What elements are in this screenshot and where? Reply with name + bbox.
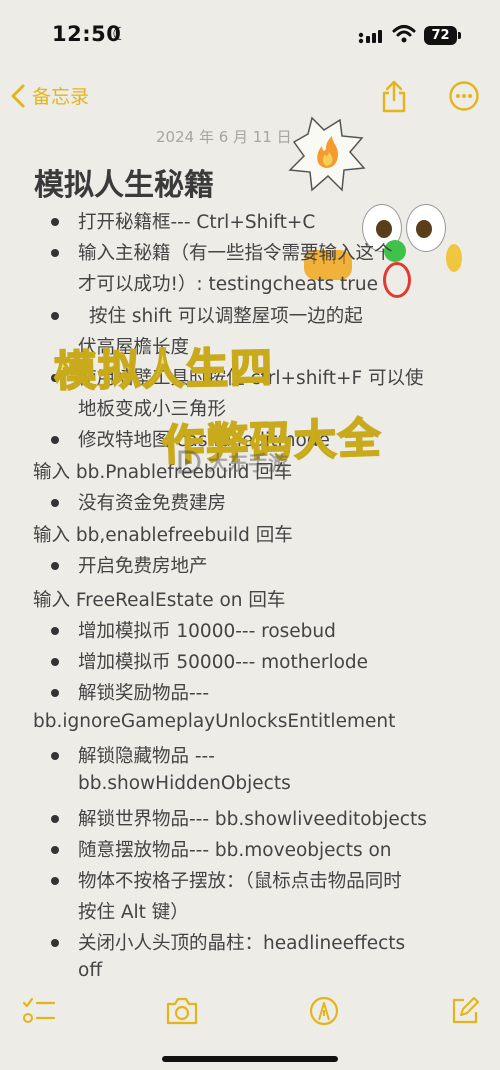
note-line: 才可以成功!）: testingcheats true: [78, 274, 379, 295]
home-indicator: [162, 1056, 338, 1062]
focus-moon-icon: ☾: [112, 24, 129, 45]
status-time: 12:50: [52, 22, 122, 46]
note-line: 没有资金免费建房: [78, 493, 227, 514]
note-line: 随意摆放物品--- bb.moveobjects on: [78, 840, 392, 861]
note-line: 按住 shift 可以调整屋项一边的起: [89, 306, 363, 327]
bullet: [51, 436, 59, 444]
compose-icon[interactable]: [450, 996, 480, 1026]
note-line: 开启免费房地产: [78, 556, 208, 577]
overlay-title-line1: 模拟人生四: [53, 342, 276, 397]
cellular-signal-icon: [358, 30, 382, 44]
note-line: 解锁隐藏物品 ---: [78, 746, 215, 767]
bullet: [51, 218, 59, 226]
battery-indicator: 72: [424, 26, 457, 45]
mouth-ring-sticker: [383, 262, 411, 298]
watermark-text: 大东手游: [208, 451, 288, 475]
back-label: 备忘录: [32, 86, 90, 108]
note-line: bb.ignoreGameplayUnlocksEntitlement: [33, 711, 396, 732]
note-line: 输入 FreeRealEstate on 回车: [33, 590, 286, 611]
bullet: [51, 877, 59, 885]
chevron-left-icon: [11, 84, 25, 107]
note-line: 解锁世界物品--- bb.showliveeditobjects: [78, 809, 427, 830]
note-line: bb.showHiddenObjects: [78, 773, 291, 794]
wifi-icon: [392, 25, 416, 43]
bullet: [51, 499, 59, 507]
note-line: 增加模拟币 10000--- rosebud: [78, 621, 336, 642]
battery-tip: [458, 32, 461, 39]
note-line: 输入主秘籍（有一些指令需要输入这个: [78, 243, 393, 264]
bullet: [51, 689, 59, 697]
note-line: 解锁奖励物品---: [78, 683, 210, 704]
note-line: 增加模拟币 50000--- motherlode: [78, 652, 369, 673]
bullet: [51, 658, 59, 666]
watermark: 大东手游: [176, 447, 288, 476]
bullet: [51, 939, 59, 947]
share-icon[interactable]: [380, 80, 408, 114]
note-date: 2024 年 6 月 11 日: [156, 128, 292, 146]
bullet: [51, 312, 59, 320]
note-line: 关闭小人头顶的晶柱：headlineeffects: [78, 933, 406, 954]
note-line: 打开秘籍框--- Ctrl+Shift+C: [78, 212, 316, 233]
bullet: [51, 562, 59, 570]
note-line: 按住 Alt 键）: [78, 902, 189, 923]
watermark-logo-icon: [178, 450, 201, 473]
status-bar: 12:50 ☾ 72: [0, 0, 500, 72]
note-title[interactable]: 模拟人生秘籍: [34, 160, 214, 204]
bullet: [51, 815, 59, 823]
navigation-bar: 备忘录: [0, 74, 500, 120]
bullet: [51, 249, 59, 257]
checklist-icon[interactable]: [22, 996, 56, 1026]
bottom-toolbar: [0, 990, 500, 1040]
bullet: [51, 627, 59, 635]
note-line: 输入 bb,enablefreebuild 回车: [33, 525, 293, 546]
camera-icon[interactable]: [165, 996, 199, 1026]
pen-icon[interactable]: [309, 996, 339, 1026]
bullet: [51, 752, 59, 760]
note-line: 物体不按格子摆放：（鼠标点击物品同时: [78, 871, 402, 892]
ellipsis-icon[interactable]: [448, 80, 480, 112]
speech-bubble-sticker: [288, 116, 366, 192]
back-button[interactable]: 备忘录: [10, 82, 89, 109]
note-line: off: [78, 960, 103, 981]
bullet: [51, 846, 59, 854]
